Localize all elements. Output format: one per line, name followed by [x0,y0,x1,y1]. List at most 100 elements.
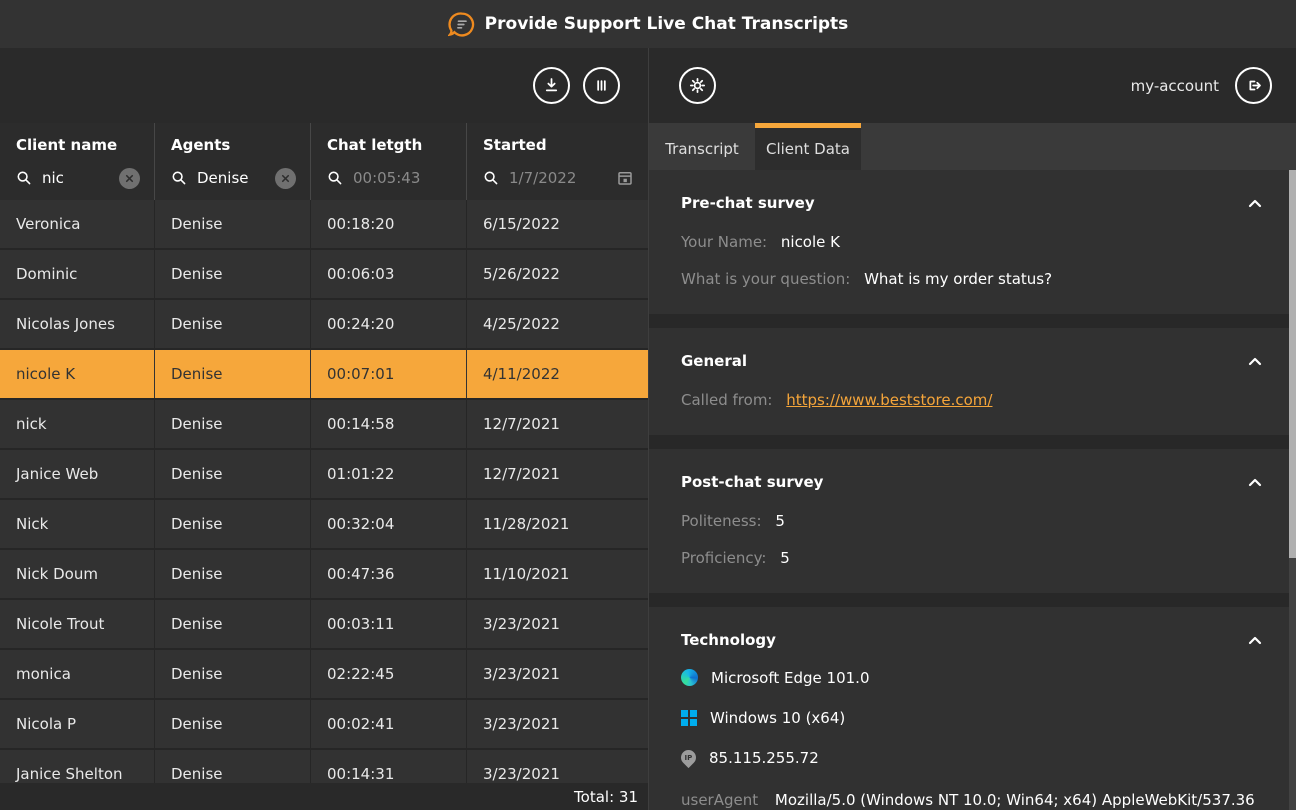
tab-transcript[interactable]: Transcript [649,123,755,170]
section-header: Post-chat survey [681,473,1264,491]
cell-agent: Denise [155,350,311,398]
field-row: Your Name: nicole K [681,232,1264,253]
cell-chat-length: 00:02:41 [311,700,467,748]
table-row[interactable]: Nicole Trout Denise 00:03:11 3/23/2021 [0,600,648,648]
column-label: Started [483,136,634,154]
close-icon [124,173,135,184]
field-value: What is my order status? [864,270,1052,288]
chevron-up-icon [1248,478,1262,487]
section-general: General Called from: https://www.beststo… [649,328,1296,435]
column-label: Client name [16,136,140,154]
ip-icon: IP [678,747,699,768]
table-row[interactable]: Veronica Denise 00:18:20 6/15/2022 [0,200,648,248]
cell-client-name: Nick Doum [0,550,155,598]
cell-started: 4/11/2022 [467,350,648,398]
filter-input[interactable]: nic [16,166,140,190]
cell-chat-length: 00:14:58 [311,400,467,448]
column-header: Started 1/7/2022 [467,123,648,200]
client-detail-panel: my-account Transcript Client Data Pre-ch… [648,48,1296,810]
table-row[interactable]: Nicolas Jones Denise 00:24:20 4/25/2022 [0,300,648,348]
section-title: General [681,352,747,370]
chevron-up-icon [1248,636,1262,645]
user-agent-label: userAgent [681,791,758,809]
table-row[interactable]: Nick Denise 00:32:04 11/28/2021 [0,500,648,548]
tech-item: Microsoft Edge 101.0 [681,667,1264,688]
cell-chat-length: 00:24:20 [311,300,467,348]
windows-icon [681,710,697,726]
filter-clear-button[interactable] [275,168,296,189]
tech-text: 85.115.255.72 [709,749,819,767]
cell-chat-length: 01:01:22 [311,450,467,498]
column-label: Agents [171,136,296,154]
filter-clear-button[interactable] [119,168,140,189]
tech-text: Microsoft Edge 101.0 [711,669,870,687]
field-label: Called from: [681,391,772,409]
page-title: Provide Support Live Chat Transcripts [485,14,849,34]
column-header: Client name nic [0,123,155,200]
field-row: Proficiency: 5 [681,548,1264,569]
filter-text[interactable]: 00:05:43 [353,169,452,187]
cell-chat-length: 00:07:01 [311,350,467,398]
cell-agent: Denise [155,600,311,648]
scrollbar-thumb[interactable] [1289,170,1296,558]
field-label: Politeness: [681,512,762,530]
table-row[interactable]: monica Denise 02:22:45 3/23/2021 [0,650,648,698]
field-value: nicole K [781,233,840,251]
user-agent-row: userAgent Mozilla/5.0 (Windows NT 10.0; … [681,791,1264,810]
called-from-link[interactable]: https://www.beststore.com/ [786,391,992,409]
cell-agent: Denise [155,400,311,448]
field-row: Called from: https://www.beststore.com/ [681,390,1264,411]
field-value: 5 [780,549,790,567]
filter-input[interactable]: Denise [171,166,296,190]
table-row[interactable]: nicole K Denise 00:07:01 4/11/2022 [0,350,648,398]
filter-input[interactable]: 1/7/2022 [483,166,634,190]
chevron-up-icon [1248,199,1262,208]
tech-item: Windows 10 (x64) [681,707,1264,728]
transcript-list-panel: Client name nic Agents Denise [0,48,648,810]
chevron-up-icon [1248,357,1262,366]
detail-tabs: Transcript Client Data [649,123,1296,170]
cell-client-name: Nicole Trout [0,600,155,648]
cell-started: 3/23/2021 [467,600,648,648]
logout-button[interactable] [1235,67,1272,104]
table-row[interactable]: Janice Web Denise 01:01:22 12/7/2021 [0,450,648,498]
cell-agent: Denise [155,200,311,248]
field-value: 5 [775,512,785,530]
table-header: Client name nic Agents Denise [0,123,648,200]
filter-text[interactable]: nic [42,169,109,187]
filter-text[interactable]: Denise [197,169,265,187]
field-label: Proficiency: [681,549,766,567]
cell-agent: Denise [155,550,311,598]
section-fields: Your Name: nicole K What is your questio… [681,232,1264,290]
cell-client-name: monica [0,650,155,698]
cell-started: 11/28/2021 [467,500,648,548]
collapse-button[interactable] [1246,634,1264,647]
scrollbar[interactable] [1289,170,1296,810]
cell-chat-length: 00:03:11 [311,600,467,648]
columns-button[interactable] [583,67,620,104]
collapse-button[interactable] [1246,197,1264,210]
settings-button[interactable] [679,67,716,104]
download-button[interactable] [533,67,570,104]
cards-container: Pre-chat survey Your Name: nicole K What… [649,170,1296,810]
section-header: General [681,352,1264,370]
collapse-button[interactable] [1246,476,1264,489]
table-row[interactable]: nick Denise 00:14:58 12/7/2021 [0,400,648,448]
filter-input[interactable]: 00:05:43 [327,166,452,190]
logout-icon [1243,75,1264,96]
table-row[interactable]: Nick Doum Denise 00:47:36 11/10/2021 [0,550,648,598]
section-title: Pre-chat survey [681,194,815,212]
cell-started: 3/23/2021 [467,650,648,698]
filter-text[interactable]: 1/7/2022 [509,169,606,187]
table-row[interactable]: Dominic Denise 00:06:03 5/26/2022 [0,250,648,298]
cell-client-name: Nicolas Jones [0,300,155,348]
cell-chat-length: 00:47:36 [311,550,467,598]
cell-started: 12/7/2021 [467,400,648,448]
cell-client-name: Janice Web [0,450,155,498]
detail-toolbar: my-account [649,48,1296,123]
calendar-button[interactable] [616,169,634,187]
section-post-chat-survey: Post-chat survey Politeness: 5 Proficien… [649,449,1296,593]
collapse-button[interactable] [1246,355,1264,368]
table-row[interactable]: Nicola P Denise 00:02:41 3/23/2021 [0,700,648,748]
tab-client-data[interactable]: Client Data [755,123,861,170]
